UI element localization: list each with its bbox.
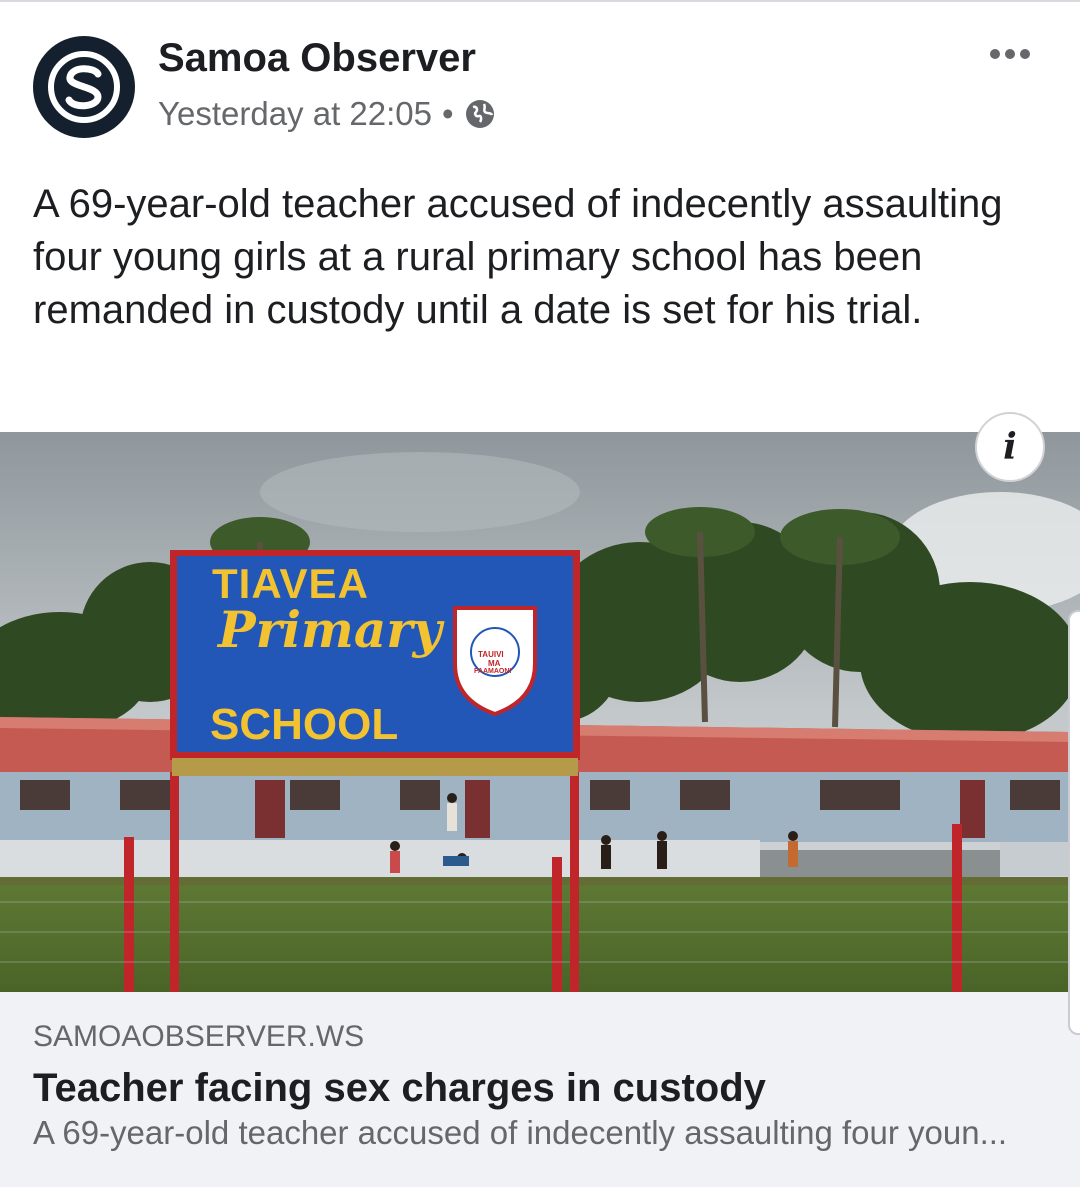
crest-text-2: MA — [488, 659, 501, 668]
top-divider — [0, 0, 1080, 2]
link-description: A 69-year-old teacher accused of indecen… — [33, 1114, 1008, 1151]
more-dot — [990, 49, 1000, 59]
link-domain: SAMOAOBSERVER.WS — [33, 1020, 365, 1053]
more-dot — [1020, 49, 1030, 59]
post-photo[interactable]: TIAVEA Primary SCHOOL TAUIVI MA FAAMAONI — [0, 432, 1080, 992]
post-body-text: A 69-year-old teacher accused of indecen… — [33, 182, 1003, 332]
link-preview[interactable]: SAMOAOBSERVER.WS Teacher facing sex char… — [0, 992, 1080, 1187]
meta-separator: • — [442, 95, 454, 132]
info-icon[interactable]: i — [975, 412, 1045, 482]
crest-text-3: FAAMAONI — [474, 668, 512, 675]
more-dot — [1005, 49, 1015, 59]
school-photo — [0, 432, 1080, 992]
more-options-icon[interactable] — [982, 38, 1038, 70]
page-name[interactable]: Samoa Observer — [158, 36, 476, 81]
sign-title-line3: SCHOOL — [210, 700, 399, 749]
link-title[interactable]: Teacher facing sex charges in custody — [33, 1066, 766, 1111]
globe-icon — [465, 100, 494, 128]
post-timestamp[interactable]: Yesterday at 22:05 — [158, 95, 432, 133]
sign-title-line2: Primary — [218, 600, 442, 659]
crest-text-1: TAUIVI — [478, 650, 504, 659]
post-meta: Yesterday at 22:05 • — [158, 92, 496, 136]
scroll-handle[interactable] — [1068, 610, 1080, 1035]
page-avatar[interactable] — [33, 36, 135, 138]
samoa-observer-logo-icon — [48, 51, 120, 123]
